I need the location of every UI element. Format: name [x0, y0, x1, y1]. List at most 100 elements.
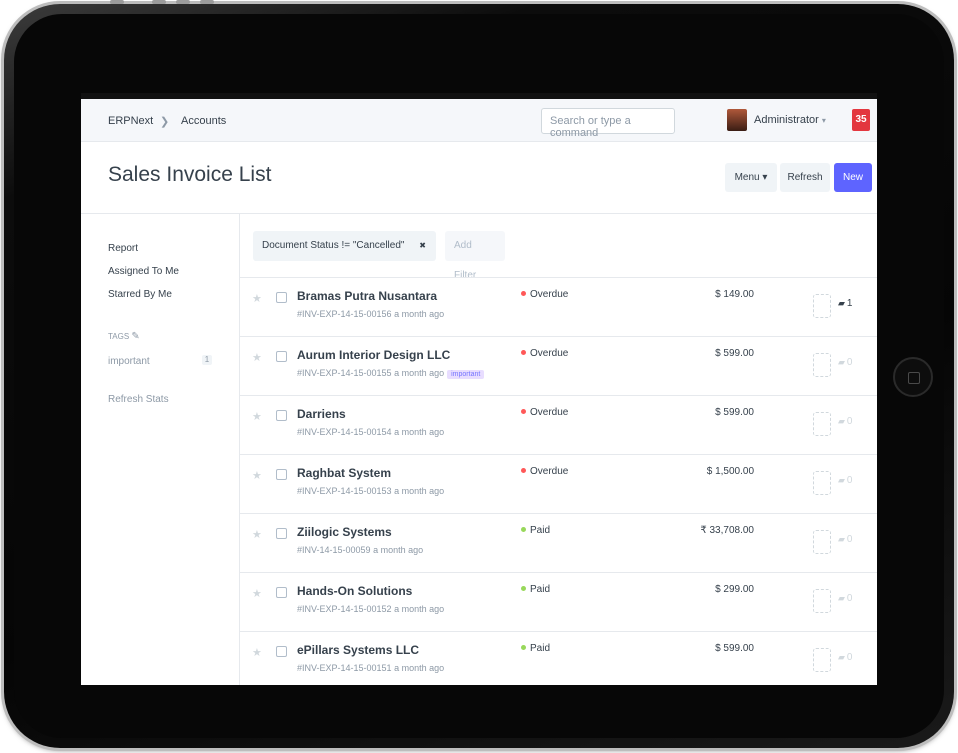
invoice-amount: $ 599.00 — [715, 643, 754, 654]
tag-count-badge: 1 — [202, 355, 212, 365]
tags-heading-label: TAGS — [108, 332, 130, 341]
filter-label: Document Status != "Cancelled" — [262, 240, 405, 251]
invoice-id: #INV-EXP-14-15-00153 — [297, 486, 392, 496]
row-checkbox[interactable] — [276, 469, 287, 480]
invoice-time: a month ago — [394, 368, 445, 378]
invoice-meta: #INV-EXP-14-15-00151 a month ago — [297, 663, 444, 673]
invoice-list: ★ Bramas Putra Nusantara #INV-EXP-14-15-… — [240, 277, 877, 685]
breadcrumb-separator-icon: ❯ — [160, 116, 170, 128]
customer-name[interactable]: Aurum Interior Design LLC — [297, 348, 450, 362]
row-checkbox[interactable] — [276, 351, 287, 362]
sidebar-starred-by-me[interactable]: Starred By Me — [108, 289, 172, 300]
invoice-amount: $ 599.00 — [715, 348, 754, 359]
assign-placeholder[interactable] — [813, 412, 831, 436]
status-label: Overdue — [530, 466, 569, 477]
comment-icon: ▰ — [838, 652, 845, 662]
list-item[interactable]: ★ Hands-On Solutions #INV-EXP-14-15-0015… — [240, 572, 877, 631]
filter-document-status[interactable]: Document Status != "Cancelled" ✖ — [253, 231, 436, 261]
comment-icon: ▰ — [838, 593, 845, 603]
row-checkbox[interactable] — [276, 646, 287, 657]
list-item[interactable]: ★ ePillars Systems LLC #INV-EXP-14-15-00… — [240, 631, 877, 685]
pencil-icon[interactable]: ✎ — [131, 331, 139, 342]
brand-link[interactable]: ERPNext — [108, 115, 153, 127]
star-icon[interactable]: ★ — [252, 292, 262, 305]
comment-number: 0 — [846, 357, 853, 368]
invoice-time: a month ago — [394, 486, 445, 496]
star-icon[interactable]: ★ — [252, 410, 262, 423]
search-input[interactable]: Search or type a command — [541, 108, 675, 139]
comment-icon: ▰ — [838, 475, 845, 485]
customer-name[interactable]: Bramas Putra Nusantara — [297, 289, 437, 303]
user-name: Administrator — [754, 114, 819, 126]
customer-name[interactable]: Darriens — [297, 407, 346, 421]
invoice-meta: #INV-EXP-14-15-00152 a month ago — [297, 604, 444, 614]
customer-name[interactable]: Raghbat System — [297, 466, 391, 480]
invoice-meta: #INV-14-15-00059 a month ago — [297, 545, 423, 555]
customer-name[interactable]: ePillars Systems LLC — [297, 643, 419, 657]
tags-heading: TAGS ✎ — [108, 331, 140, 342]
caret-down-icon: ▾ — [821, 116, 826, 125]
row-checkbox[interactable] — [276, 528, 287, 539]
comment-icon: ▰ — [838, 357, 845, 367]
invoice-amount: $ 299.00 — [715, 584, 754, 595]
row-checkbox[interactable] — [276, 410, 287, 421]
customer-name[interactable]: Hands-On Solutions — [297, 584, 412, 598]
list-item[interactable]: ★ Raghbat System #INV-EXP-14-15-00153 a … — [240, 454, 877, 513]
sidebar-tag-important[interactable]: important — [108, 356, 150, 367]
status-label: Overdue — [530, 407, 569, 418]
list-item[interactable]: ★ Ziilogic Systems #INV-14-15-00059 a mo… — [240, 513, 877, 572]
comment-number: 1 — [846, 298, 853, 309]
tag-badge[interactable]: important — [447, 370, 485, 379]
comment-icon: ▰ — [838, 416, 845, 426]
user-menu[interactable]: Administrator ▾ — [754, 114, 826, 126]
assign-placeholder[interactable] — [813, 589, 831, 613]
notification-badge[interactable]: 35 — [852, 109, 870, 131]
status-dot — [521, 468, 526, 473]
avatar[interactable] — [727, 109, 747, 131]
status-label: Overdue — [530, 289, 569, 300]
list-item[interactable]: ★ Aurum Interior Design LLC #INV-EXP-14-… — [240, 336, 877, 395]
refresh-button[interactable]: Refresh — [780, 163, 830, 192]
remove-filter-icon[interactable]: ✖ — [419, 241, 426, 250]
assign-placeholder[interactable] — [813, 353, 831, 377]
comment-number: 0 — [846, 534, 853, 545]
invoice-id: #INV-EXP-14-15-00156 — [297, 309, 392, 319]
customer-name[interactable]: Ziilogic Systems — [297, 525, 392, 539]
page-title: Sales Invoice List — [108, 163, 272, 186]
assign-placeholder[interactable] — [813, 648, 831, 672]
status-indicator: Overdue — [521, 348, 568, 359]
add-filter-button[interactable]: Add Filter — [445, 231, 505, 281]
star-icon[interactable]: ★ — [252, 646, 262, 659]
status-indicator: Paid — [521, 525, 550, 536]
assign-placeholder[interactable] — [813, 294, 831, 318]
star-icon[interactable]: ★ — [252, 469, 262, 482]
top-navbar: ERPNext ❯ Accounts Search or type a comm… — [81, 99, 877, 142]
comment-count: ▰ 0 — [838, 357, 852, 368]
sidebar-report[interactable]: Report — [108, 243, 138, 254]
refresh-stats-link[interactable]: Refresh Stats — [108, 394, 169, 405]
invoice-time: a month ago — [394, 663, 445, 673]
comment-number: 0 — [846, 416, 853, 427]
status-label: Paid — [530, 584, 551, 595]
invoice-amount: $ 599.00 — [715, 407, 754, 418]
status-dot — [521, 291, 526, 296]
invoice-meta: #INV-EXP-14-15-00156 a month ago — [297, 309, 444, 319]
star-icon[interactable]: ★ — [252, 587, 262, 600]
status-indicator: Overdue — [521, 289, 568, 300]
assign-placeholder[interactable] — [813, 471, 831, 495]
row-checkbox[interactable] — [276, 292, 287, 303]
star-icon[interactable]: ★ — [252, 351, 262, 364]
status-indicator: Overdue — [521, 407, 568, 418]
status-indicator: Overdue — [521, 466, 568, 477]
invoice-time: a month ago — [394, 427, 445, 437]
list-item[interactable]: ★ Darriens #INV-EXP-14-15-00154 a month … — [240, 395, 877, 454]
new-button[interactable]: New — [834, 163, 872, 192]
list-item[interactable]: ★ Bramas Putra Nusantara #INV-EXP-14-15-… — [240, 277, 877, 336]
breadcrumb-accounts[interactable]: Accounts — [181, 115, 226, 127]
home-button[interactable] — [893, 357, 933, 397]
menu-button[interactable]: Menu ▾ — [725, 163, 777, 192]
sidebar-assigned-to-me[interactable]: Assigned To Me — [108, 266, 179, 277]
star-icon[interactable]: ★ — [252, 528, 262, 541]
row-checkbox[interactable] — [276, 587, 287, 598]
assign-placeholder[interactable] — [813, 530, 831, 554]
